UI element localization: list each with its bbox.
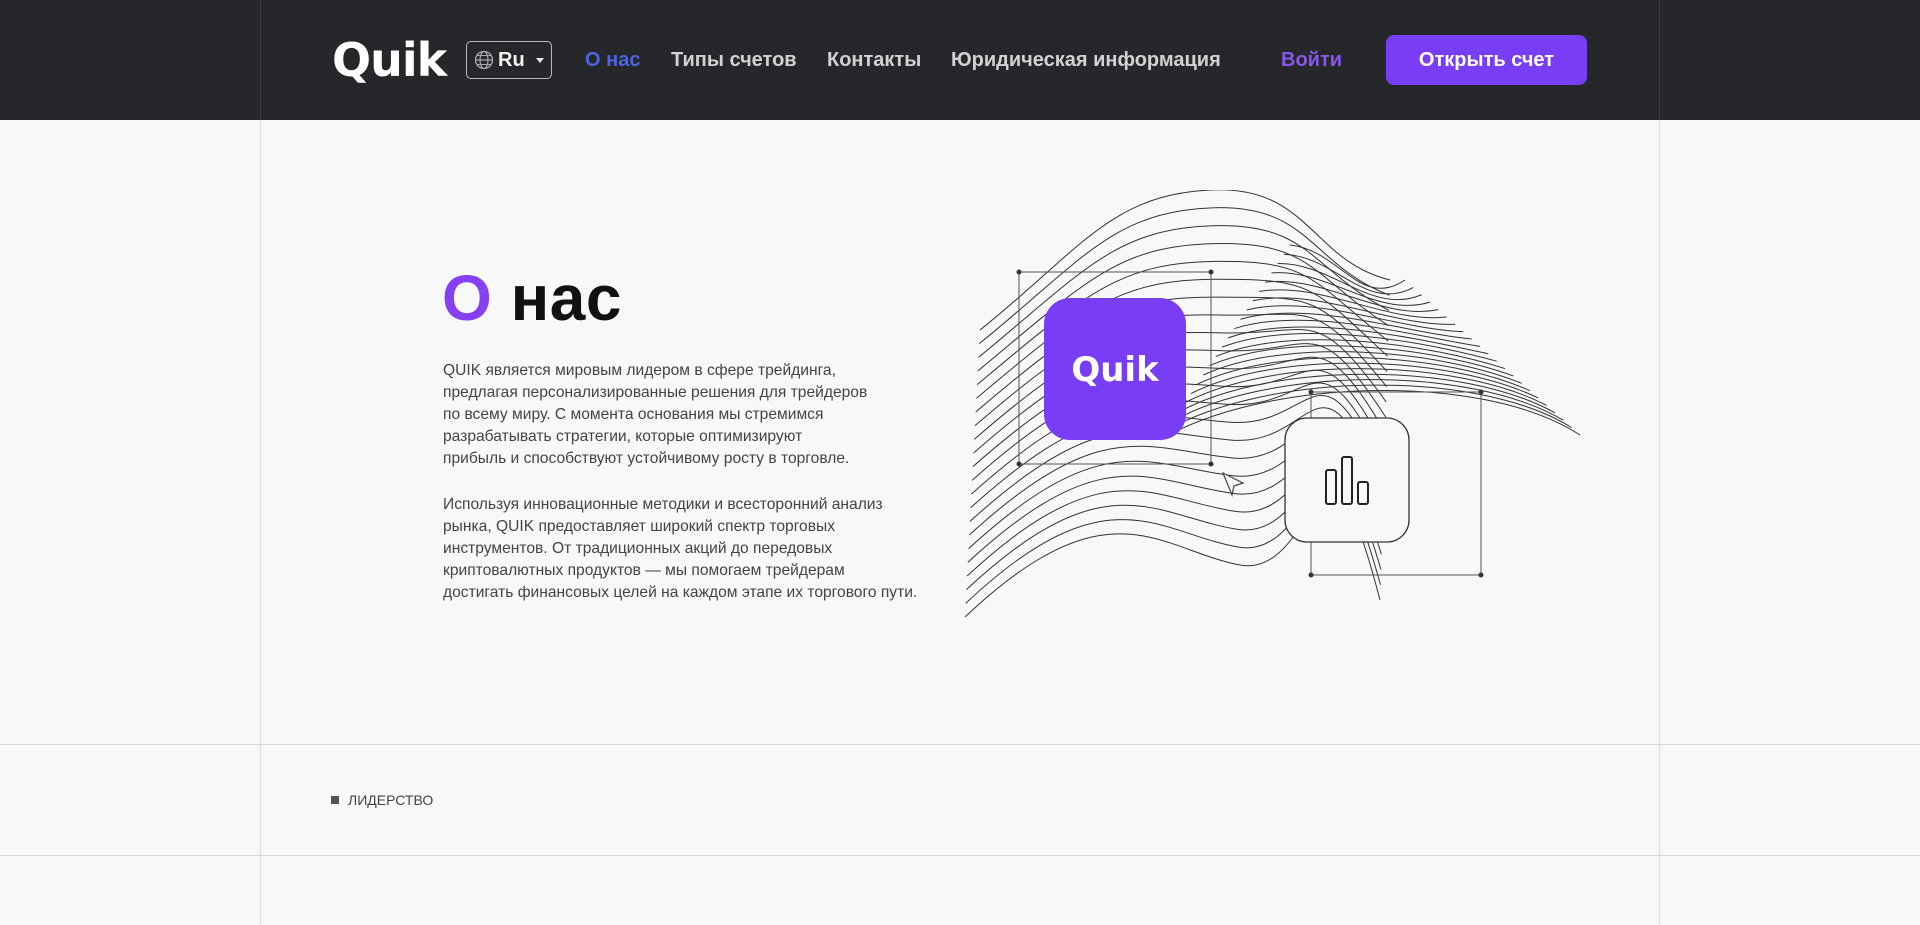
paragraph-line: QUIK является мировым лидером в сфере тр… [443, 362, 836, 379]
paragraph-line: достигать финансовых целей на каждом эта… [443, 584, 918, 601]
wave-line [1277, 263, 1422, 301]
paragraph-line: предлагая персонализированные решения дл… [443, 384, 868, 401]
page-title: О нас [442, 258, 622, 338]
chart-tile [1284, 417, 1410, 543]
paragraph-line: Используя инновационные методики и всест… [443, 496, 883, 513]
chevron-down-icon [535, 57, 544, 63]
open-account-button[interactable]: Открыть счет [1386, 35, 1587, 85]
wave-line [1209, 345, 1514, 377]
quik-logo[interactable]: Quik [332, 33, 456, 83]
grid-line [1659, 0, 1660, 120]
intro-paragraph: QUIK является мировым лидером в сфере тр… [443, 360, 953, 470]
nav-item-legal-info[interactable]: Юридическая информация [951, 48, 1221, 72]
wave-line [1203, 351, 1522, 384]
globe-icon [474, 50, 494, 70]
logo-text: Quik [332, 33, 449, 83]
section-divider [0, 744, 1920, 745]
tools-paragraph: Используя инновационные методики и всест… [443, 494, 953, 604]
section-divider [0, 855, 1920, 856]
nav-item-account-types[interactable]: Типы счетов [671, 48, 797, 72]
language-selector[interactable]: Ru [466, 41, 552, 79]
bullet-square [331, 796, 339, 804]
paragraph-line: прибыль и способствуют устойчивому росту… [443, 450, 850, 467]
title-accent: О [442, 262, 493, 334]
title-rest: нас [510, 262, 622, 334]
grid-line [260, 0, 261, 925]
section-label-text: ЛИДЕРСТВО [348, 792, 434, 808]
nav-item-contacts[interactable]: Контакты [827, 48, 921, 72]
wave-line [1215, 339, 1506, 370]
nav-item-about[interactable]: О нас [585, 48, 640, 72]
grid-line [1659, 0, 1660, 925]
paragraph-line: криптовалютных продуктов — мы помогаем т… [443, 562, 845, 579]
paragraph-line: рынка, QUIK предоставляет широкий спектр… [443, 518, 836, 535]
grid-line [260, 0, 261, 120]
paragraph-line: инструментов. От традиционных акций до п… [443, 540, 833, 557]
language-code: Ru [498, 48, 525, 71]
paragraph-line: по всему миру. С момента основания мы ст… [443, 406, 824, 423]
hero-illustration: Quik [964, 190, 1581, 618]
section-label: ЛИДЕРСТВО [331, 792, 433, 808]
wave-line [1265, 280, 1439, 312]
paragraph-line: разрабатывать стратегии, которые оптимиз… [443, 428, 803, 445]
login-link[interactable]: Войти [1281, 48, 1342, 72]
app-tile-logo: Quik [1071, 350, 1160, 390]
